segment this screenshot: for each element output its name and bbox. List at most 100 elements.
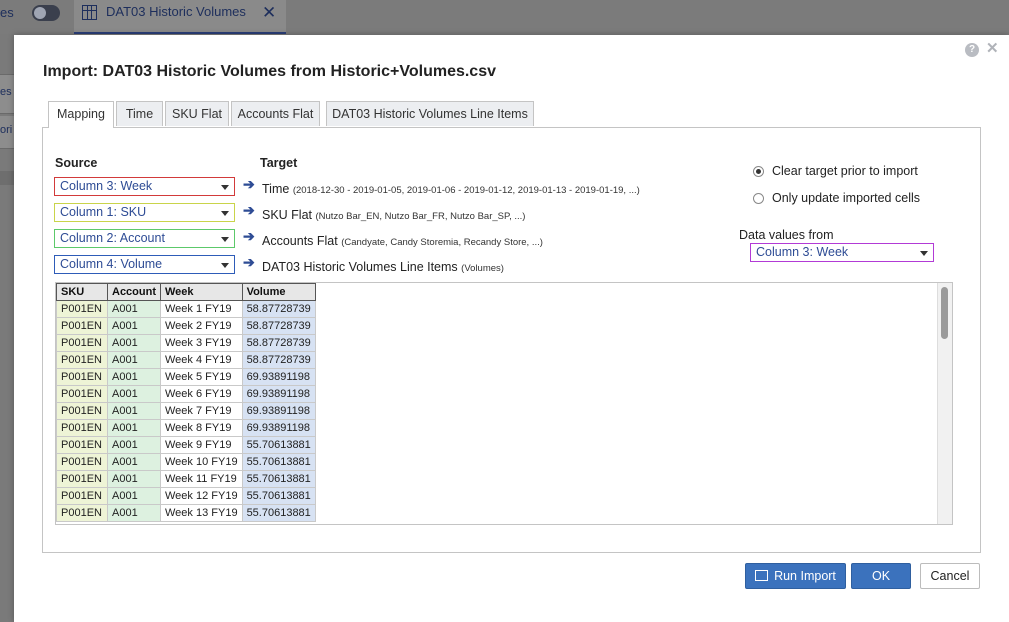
side-item[interactable]: es: [0, 74, 14, 114]
target-detail: (Nutzo Bar_EN, Nutzo Bar_FR, Nutzo Bar_S…: [315, 211, 526, 222]
toggle-switch[interactable]: [32, 5, 60, 21]
table-cell: 69.93891198: [241, 419, 316, 437]
table-cell: 55.70613881: [241, 453, 316, 471]
data-preview[interactable]: SKU Account Week Volume P001EN A001 Week 1…: [55, 282, 953, 525]
table-cell: Week 8 FY19: [160, 419, 243, 437]
table-cell: A001: [107, 453, 161, 471]
tab-accounts-flat[interactable]: Accounts Flat: [231, 101, 320, 126]
preview-body: P001EN A001 Week 1 FY19 58.87728739 P001EN A0…: [56, 300, 316, 522]
table-cell: Week 13 FY19: [160, 504, 243, 522]
tab-sku-flat[interactable]: SKU Flat: [165, 101, 229, 126]
chevron-down-icon: [221, 263, 229, 268]
table-cell: P001EN: [56, 453, 108, 471]
side-item-text: es: [0, 86, 12, 98]
table-cell: Week 2 FY19: [160, 317, 243, 335]
data-values-select[interactable]: Column 3: Week: [750, 243, 934, 262]
target-detail: (Candyate, Candy Storemia, Recandy Store…: [341, 237, 543, 248]
table-cell: 69.93891198: [241, 368, 316, 386]
table-cell: Week 4 FY19: [160, 351, 243, 369]
import-dialog: ? ✕ Import: DAT03 Historic Volumes from …: [14, 35, 1009, 622]
table-cell: Week 5 FY19: [160, 368, 243, 386]
table-cell: 58.87728739: [241, 351, 316, 369]
table-cell: Week 3 FY19: [160, 334, 243, 352]
table-cell: A001: [107, 402, 161, 420]
table-cell: P001EN: [56, 504, 108, 522]
table-cell: 55.70613881: [241, 470, 316, 488]
chevron-down-icon: [221, 185, 229, 190]
target-name: DAT03 Historic Volumes Line Items: [262, 260, 458, 274]
app-header: es DAT03 Historic Volumes ✕: [0, 0, 1009, 34]
target-line-items: DAT03 Historic Volumes Line Items (Volum…: [262, 260, 504, 274]
target-detail: (Volumes): [461, 263, 504, 274]
source-select-sku[interactable]: Column 1: SKU: [54, 203, 235, 222]
table-cell: A001: [107, 436, 161, 454]
app-header-partial-text: es: [0, 5, 14, 20]
scrollbar-thumb[interactable]: [941, 287, 948, 339]
table-cell: A001: [107, 351, 161, 369]
table-cell: P001EN: [56, 368, 108, 386]
column-header: Volume: [241, 283, 316, 301]
source-header: Source: [55, 156, 98, 170]
table-cell: Week 1 FY19: [160, 300, 243, 318]
column-header: Account: [107, 283, 161, 301]
arrow-right-icon: ➔: [243, 228, 255, 244]
tab-mapping[interactable]: Mapping: [48, 101, 114, 128]
tab-line-items[interactable]: DAT03 Historic Volumes Line Items: [326, 101, 534, 126]
dialog-title: Import: DAT03 Historic Volumes from Hist…: [43, 63, 496, 80]
table-cell: 55.70613881: [241, 436, 316, 454]
side-item[interactable]: ori: [0, 116, 14, 149]
table-cell: A001: [107, 368, 161, 386]
table-cell: P001EN: [56, 300, 108, 318]
help-icon[interactable]: ?: [965, 43, 979, 57]
table-cell: A001: [107, 334, 161, 352]
column-header: Week: [160, 283, 243, 301]
target-name: SKU Flat: [262, 208, 313, 222]
target-header: Target: [260, 156, 298, 170]
table-row: P001EN A001 Week 4 FY19 58.87728739: [56, 351, 316, 369]
table-cell: Week 9 FY19: [160, 436, 243, 454]
source-select-volume[interactable]: Column 4: Volume: [54, 255, 235, 274]
table-cell: Week 6 FY19: [160, 385, 243, 403]
table-cell: P001EN: [56, 317, 108, 335]
vertical-scrollbar[interactable]: [937, 283, 952, 524]
table-row: P001EN A001 Week 1 FY19 58.87728739: [56, 300, 316, 318]
table-cell: 58.87728739: [241, 300, 316, 318]
clear-target-radio[interactable]: [753, 166, 764, 177]
app-tab-dat03[interactable]: DAT03 Historic Volumes ✕: [74, 0, 286, 34]
table-cell: P001EN: [56, 470, 108, 488]
table-cell: P001EN: [56, 351, 108, 369]
ok-button[interactable]: OK: [851, 563, 911, 589]
table-row: P001EN A001 Week 13 FY19 55.70613881: [56, 504, 316, 522]
table-cell: A001: [107, 504, 161, 522]
tab-time[interactable]: Time: [116, 101, 163, 126]
table-cell: P001EN: [56, 487, 108, 505]
table-cell: 69.93891198: [241, 402, 316, 420]
source-select-time[interactable]: Column 3: Week: [54, 177, 235, 196]
data-values-label: Data values from: [739, 228, 834, 242]
table-cell: Week 11 FY19: [160, 470, 243, 488]
cancel-button[interactable]: Cancel: [920, 563, 980, 589]
arrow-right-icon: ➔: [243, 176, 255, 192]
table-cell: P001EN: [56, 436, 108, 454]
table-cell: Week 12 FY19: [160, 487, 243, 505]
table-row: P001EN A001 Week 3 FY19 58.87728739: [56, 334, 316, 352]
run-import-button[interactable]: Run Import: [745, 563, 846, 589]
side-panel: es ori: [0, 34, 14, 622]
table-cell: P001EN: [56, 402, 108, 420]
table-cell: A001: [107, 385, 161, 403]
close-icon[interactable]: ✕: [986, 39, 999, 57]
column-header: SKU: [56, 283, 108, 301]
side-item-text: ori: [0, 124, 13, 136]
source-select-value: Column 4: Volume: [60, 257, 163, 271]
table-cell: A001: [107, 487, 161, 505]
table-row: P001EN A001 Week 8 FY19 69.93891198: [56, 419, 316, 437]
only-update-radio[interactable]: [753, 193, 764, 204]
table-cell: Week 7 FY19: [160, 402, 243, 420]
source-select-account[interactable]: Column 2: Account: [54, 229, 235, 248]
table-cell: A001: [107, 419, 161, 437]
chevron-down-icon: [221, 237, 229, 242]
preview-table: SKU Account Week Volume P001EN A001 Week 1…: [56, 283, 316, 522]
table-row: P001EN A001 Week 6 FY19 69.93891198: [56, 385, 316, 403]
table-row: P001EN A001 Week 9 FY19 55.70613881: [56, 436, 316, 454]
close-tab-icon[interactable]: ✕: [262, 3, 276, 23]
